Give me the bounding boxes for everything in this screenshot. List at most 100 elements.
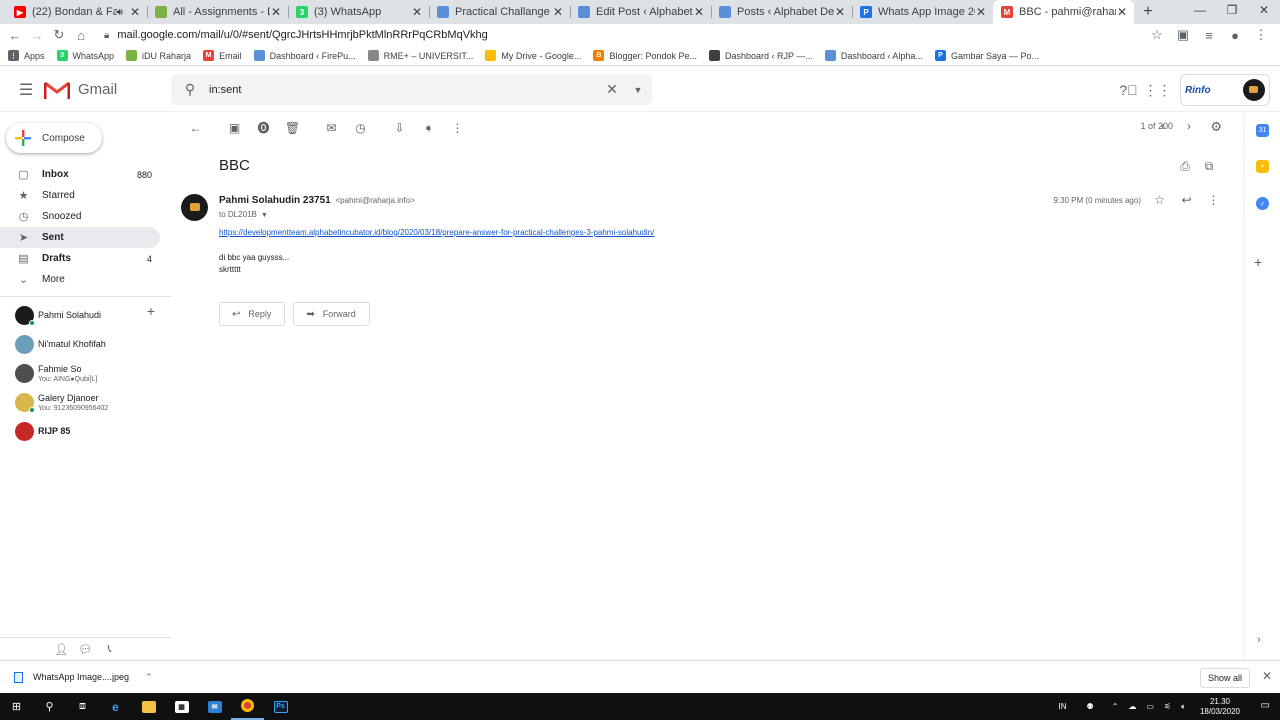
- main-menu-icon[interactable]: ☰: [16, 80, 36, 100]
- profile-icon[interactable]: ●: [1222, 28, 1248, 43]
- message-more-icon[interactable]: ⋮: [1200, 193, 1227, 207]
- reply-icon[interactable]: ↩: [1173, 193, 1200, 207]
- chrome-icon[interactable]: [231, 693, 264, 720]
- edge-icon[interactable]: e: [99, 693, 132, 720]
- chevron-right-icon[interactable]: ›: [1187, 119, 1191, 133]
- mark-unread-icon[interactable]: ✉: [317, 121, 346, 135]
- compose-button[interactable]: Compose: [6, 123, 102, 153]
- expand-panel-icon[interactable]: ›: [1257, 634, 1261, 646]
- reply-button[interactable]: ↩ Reply: [219, 302, 286, 326]
- move-to-icon[interactable]: ⇩: [385, 121, 414, 135]
- bookmark-item[interactable]: Dashboard ‹ Alpha...: [824, 50, 923, 61]
- label-icon[interactable]: ➧: [414, 121, 443, 135]
- clear-search-icon[interactable]: ✕: [600, 81, 624, 98]
- bookmark-item[interactable]: Dashboard ‹ RJP —...: [709, 50, 813, 61]
- tab-audio-icon[interactable]: 🔊︎: [117, 7, 123, 18]
- sender-name[interactable]: Pahmi Solahudin 23751: [219, 195, 331, 206]
- nav-item-sent[interactable]: ➤ Sent: [0, 227, 160, 248]
- bookmark-item[interactable]: Dashboard ‹ FirePu...: [253, 50, 356, 61]
- minimize-button[interactable]: —: [1184, 0, 1216, 20]
- close-downloads-icon[interactable]: ✕: [1262, 669, 1272, 683]
- store-icon[interactable]: ▦: [165, 693, 198, 720]
- more-actions-icon[interactable]: ⋮: [443, 121, 472, 135]
- hangouts-contact[interactable]: Ni'matul Khofifah: [0, 330, 171, 359]
- snooze-icon[interactable]: ◷: [346, 121, 375, 135]
- chrome-menu-icon[interactable]: ⋮: [1248, 27, 1274, 43]
- back-button[interactable]: ←: [4, 28, 26, 43]
- browser-tab[interactable]: P Whats App Image 2020 03✕: [852, 0, 993, 24]
- tab-close-icon[interactable]: ✕: [270, 5, 282, 19]
- report-spam-icon[interactable]: ⓿: [249, 119, 278, 136]
- nav-item-snoozed[interactable]: ◷ Snoozed: [0, 206, 160, 227]
- tab-close-icon[interactable]: ✕: [975, 5, 987, 19]
- caret-down-icon[interactable]: ▼: [261, 212, 268, 219]
- bookmark-item[interactable]: 3 WhatsApp: [56, 50, 114, 61]
- bookmark-star-icon[interactable]: ☆: [1144, 27, 1170, 43]
- reading-list-icon[interactable]: ≡: [1196, 28, 1222, 43]
- browser-tab[interactable]: ▶ (22) Bondan & Fade2Bl🔊︎ ✕: [6, 0, 147, 24]
- volume-icon[interactable]: 🔈︎: [1181, 702, 1186, 712]
- notifications-icon[interactable]: ▭: [1261, 700, 1270, 711]
- tab-close-icon[interactable]: ✕: [129, 5, 141, 19]
- print-icon[interactable]: ⎙: [1173, 159, 1197, 174]
- chevron-up-icon[interactable]: ⌃: [145, 672, 153, 683]
- hangouts-contact[interactable]: Galery Djanoer You: 91236090956402: [0, 388, 171, 417]
- browser-tab[interactable]: Edit Post ‹ Alphabet Develo✕: [570, 0, 711, 24]
- tab-close-icon[interactable]: ✕: [411, 5, 423, 19]
- file-explorer-icon[interactable]: [132, 693, 165, 720]
- bookmark-item[interactable]: P Gambar Saya — Po...: [934, 50, 1039, 61]
- people-icon[interactable]: ⚉: [1087, 702, 1094, 711]
- tab-close-icon[interactable]: ✕: [552, 5, 564, 19]
- extension-icon[interactable]: ▣: [1170, 27, 1196, 43]
- reload-button[interactable]: ↻: [48, 27, 70, 43]
- get-addons-icon[interactable]: +: [1254, 254, 1262, 270]
- forward-button[interactable]: →: [26, 28, 48, 43]
- new-tab-button[interactable]: +: [1134, 0, 1162, 24]
- apps-grid-icon[interactable]: ⋮⋮: [1143, 82, 1172, 99]
- nav-item-inbox[interactable]: ▢ Inbox 880: [0, 164, 160, 185]
- nav-item-starred[interactable]: ★ Starred: [0, 185, 160, 206]
- network-icon[interactable]: ⚟: [1164, 702, 1171, 711]
- nav-item-drafts[interactable]: ▤ Drafts 4: [0, 248, 160, 269]
- mail-icon[interactable]: ✉: [198, 693, 231, 720]
- bookmark-item[interactable]: iDU Raharja: [126, 50, 191, 61]
- clock[interactable]: 21.30 18/03/2020: [1200, 697, 1240, 717]
- message-link[interactable]: https://developmentteam.alphabetincubato…: [219, 228, 654, 237]
- chat-icon[interactable]: 💬︎: [74, 643, 98, 656]
- back-to-list-icon[interactable]: ←: [181, 121, 210, 135]
- open-new-window-icon[interactable]: ⧉: [1197, 159, 1221, 174]
- hangouts-contact[interactable]: Fahmie So You: AING●Qubi[L]: [0, 359, 171, 388]
- task-view-icon[interactable]: ⧈: [66, 693, 99, 720]
- gmail-logo[interactable]: Gmail: [44, 80, 117, 100]
- bookmark-item[interactable]: M Email: [203, 50, 242, 61]
- home-button[interactable]: ⌂: [70, 28, 92, 43]
- delete-icon[interactable]: 🗑︎: [278, 121, 307, 135]
- star-icon[interactable]: ☆: [1146, 193, 1173, 207]
- recipient-line[interactable]: to DL201B ▼: [219, 210, 268, 219]
- browser-tab[interactable]: Practical Challange #3 DL20✕: [429, 0, 570, 24]
- browser-tab[interactable]: 3 (3) WhatsApp ✕: [288, 0, 429, 24]
- tab-close-icon[interactable]: ✕: [693, 5, 705, 19]
- contacts-icon[interactable]: 👤︎: [50, 643, 74, 656]
- archive-icon[interactable]: ▣: [220, 121, 249, 135]
- account-switcher[interactable]: Rinfo: [1180, 74, 1270, 106]
- nav-item-more[interactable]: ⌄ More: [0, 269, 160, 290]
- maximize-button[interactable]: ❐: [1216, 0, 1248, 20]
- bookmark-item[interactable]: My Drive - Google...: [485, 50, 581, 61]
- cloud-icon[interactable]: ☁: [1128, 702, 1136, 711]
- bookmark-item[interactable]: B Blogger: Pondok Pe...: [593, 50, 697, 61]
- browser-tab[interactable]: M BBC - pahmi@raharja.info -✕: [993, 0, 1134, 24]
- download-item[interactable]: WhatsApp Image....jpeg ⌃: [14, 671, 153, 683]
- bookmark-item[interactable]: ⋮ Apps: [8, 50, 45, 61]
- bookmark-item[interactable]: RME+ – UNIVERSIT...: [367, 50, 473, 61]
- address-bar[interactable]: 🔒︎ mail.google.com/mail/u/0/#sent/QgrcJH…: [104, 25, 1144, 45]
- forward-button[interactable]: ➡ Forward: [293, 302, 370, 326]
- search-input[interactable]: [209, 83, 600, 96]
- tab-close-icon[interactable]: ✕: [1116, 5, 1128, 19]
- photoshop-icon[interactable]: Ps: [264, 693, 297, 720]
- phone-icon[interactable]: 📞︎: [98, 643, 122, 656]
- search-taskbar-icon[interactable]: ⚲: [33, 693, 66, 720]
- language-indicator[interactable]: IN: [1059, 702, 1067, 711]
- keep-icon[interactable]: ▪: [1256, 160, 1269, 173]
- sender-avatar[interactable]: [181, 194, 208, 221]
